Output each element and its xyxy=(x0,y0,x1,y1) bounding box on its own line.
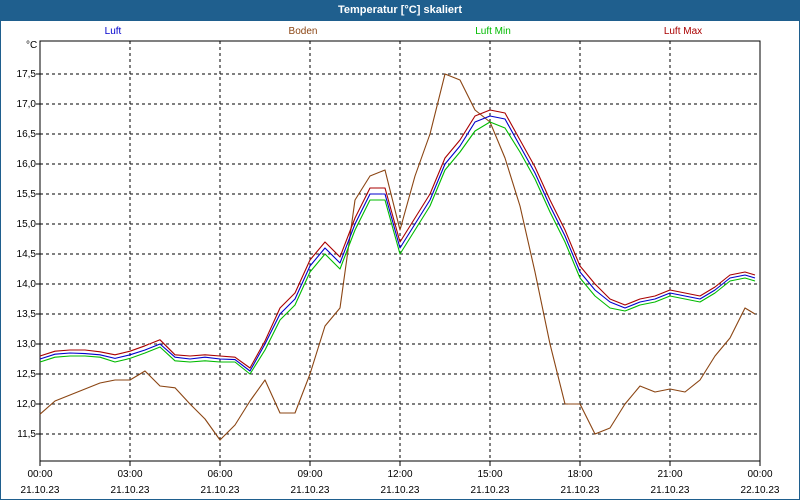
y-tick-label: 14,0 xyxy=(17,279,37,290)
series-lines xyxy=(39,73,756,441)
legend-item-luft-max: Luft Max xyxy=(664,26,702,37)
legend-item-boden: Boden xyxy=(289,26,318,37)
x-tick-time: 00:00 xyxy=(747,469,772,480)
y-tick-label: 14,5 xyxy=(17,249,37,260)
y-tick-label: 16,5 xyxy=(17,129,37,140)
y-tick-label: 16,0 xyxy=(17,159,37,170)
x-axis-ticks: 00:00 21.10.23 03:00 21.10.23 06:00 21.10.23 0… xyxy=(21,461,780,496)
y-unit-label: °C xyxy=(26,40,37,51)
grid-lines xyxy=(39,40,761,462)
x-tick-time: 15:00 xyxy=(477,469,502,480)
x-tick-date: 22.10.23 xyxy=(741,485,780,496)
x-tick-time: 21:00 xyxy=(657,469,682,480)
x-tick-date: 21.10.23 xyxy=(651,485,690,496)
y-tick-label: 17,5 xyxy=(17,69,37,80)
x-tick-time: 12:00 xyxy=(387,469,412,480)
y-tick-label: 13,0 xyxy=(17,339,37,350)
y-tick-label: 11,5 xyxy=(17,429,36,440)
y-axis-ticks: 17,5 17,0 16,5 16,0 15,5 15,0 14,5 14,0 13,5 13,0… xyxy=(17,69,40,440)
x-tick-date: 21.10.23 xyxy=(561,485,600,496)
x-tick-time: 09:00 xyxy=(297,469,322,480)
series-line-luft-min xyxy=(39,121,756,375)
y-tick-label: 12,5 xyxy=(17,369,37,380)
legend-item-luft: Luft xyxy=(105,26,122,37)
legend-item-luft-min: Luft Min xyxy=(475,26,511,37)
x-tick-date: 21.10.23 xyxy=(291,485,330,496)
x-tick-date: 21.10.23 xyxy=(471,485,510,496)
y-tick-label: 17,0 xyxy=(17,99,37,110)
series-line-boden xyxy=(39,73,756,441)
x-tick-date: 21.10.23 xyxy=(201,485,240,496)
y-tick-label: 15,5 xyxy=(17,189,37,200)
y-tick-label: 13,5 xyxy=(17,309,37,320)
x-tick-time: 03:00 xyxy=(117,469,142,480)
y-tick-label: 12,0 xyxy=(17,399,37,410)
temperature-chart: °C 17,517,016,516,015,515,014,514,013,51… xyxy=(17,26,780,496)
x-tick-time: 00:00 xyxy=(27,469,52,480)
x-tick-date: 21.10.23 xyxy=(381,485,420,496)
legend: Luft Boden Luft Min Luft Max xyxy=(105,26,703,37)
x-tick-time: 06:00 xyxy=(207,469,232,480)
x-tick-time: 18:00 xyxy=(567,469,592,480)
x-tick-date: 21.10.23 xyxy=(111,485,150,496)
x-tick-date: 21.10.23 xyxy=(21,485,60,496)
y-tick-label: 15,0 xyxy=(17,219,37,230)
